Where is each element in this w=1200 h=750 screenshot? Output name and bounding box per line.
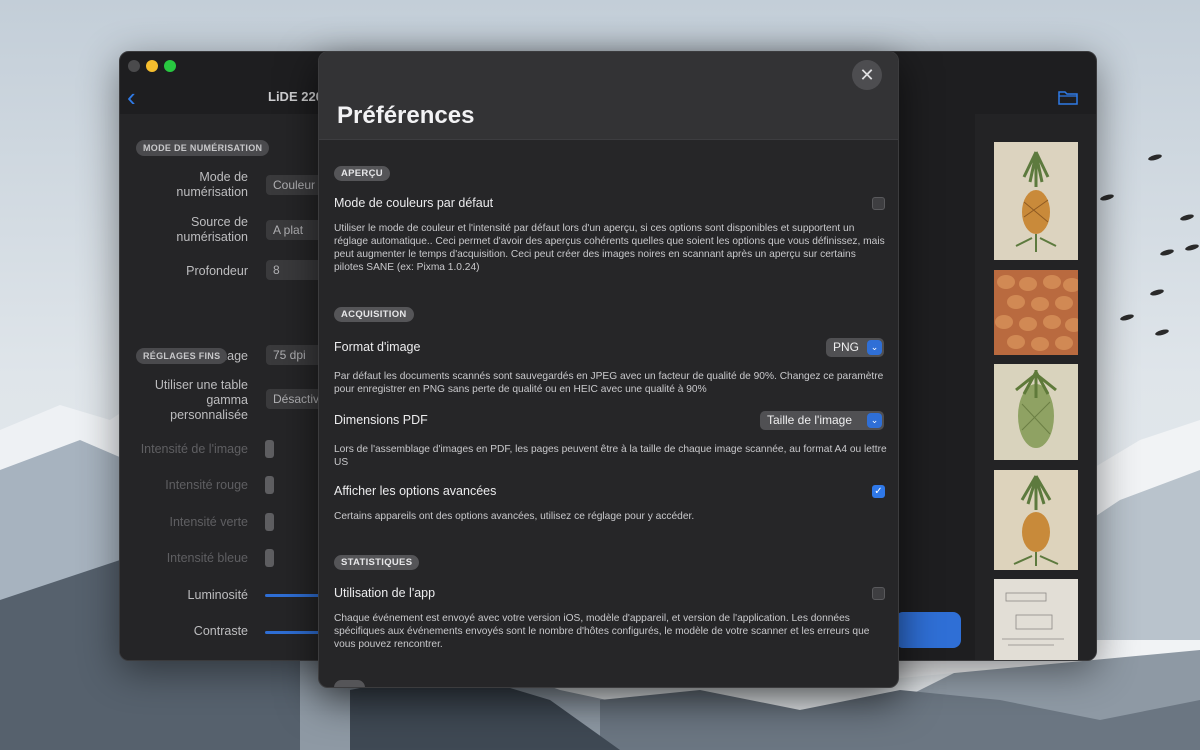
label-pdf-dimensions: Dimensions PDF	[334, 413, 428, 427]
show-advanced-description: Certains appareils ont des options avanc…	[334, 511, 695, 522]
section-acquisition: ACQUISITION	[334, 307, 414, 322]
window-zoom-button[interactable]	[164, 60, 176, 72]
scan-thumbnail[interactable]	[994, 270, 1078, 355]
depth-select[interactable]: 8	[266, 260, 326, 280]
label-depth: Profondeur	[186, 264, 248, 278]
scan-thumbnail[interactable]	[994, 579, 1078, 660]
green-intensity-slider[interactable]	[265, 513, 274, 531]
label-image-intensity: Intensité de l'image	[140, 442, 248, 456]
label-image-format: Format d'image	[334, 340, 421, 354]
folder-icon[interactable]	[1058, 89, 1078, 105]
label-brightness: Luminosité	[187, 588, 248, 602]
chevron-down-icon: ⌄	[867, 413, 882, 428]
red-intensity-slider[interactable]	[265, 476, 274, 494]
label-show-advanced: Afficher les options avancées	[334, 484, 497, 498]
window-close-button[interactable]	[128, 60, 140, 72]
contrast-slider[interactable]	[265, 631, 320, 634]
image-format-value: PNG	[833, 340, 860, 354]
chevron-down-icon: ⌄	[867, 340, 882, 355]
image-format-description: Par défaut les documents scannés sont sa…	[334, 371, 884, 395]
label-green-intensity: Intensité verte	[169, 515, 248, 529]
scan-settings-sidebar: MODE DE NUMÉRISATION Mode de numérisatio…	[120, 114, 326, 660]
scan-thumbnail[interactable]	[994, 470, 1078, 570]
scan-source-select[interactable]: A plat	[266, 220, 326, 240]
scan-mode-select[interactable]: Couleur	[266, 175, 326, 195]
section-fine-settings: RÉGLAGES FINS	[136, 348, 228, 364]
preferences-title: Préférences	[337, 102, 475, 129]
preferences-header: ✕ Préférences	[319, 52, 898, 140]
app-usage-description: Chaque événement est envoyé avec votre v…	[334, 613, 870, 650]
pdf-dimensions-popup[interactable]: Taille de l'image ⌄	[760, 411, 884, 430]
close-preferences-button[interactable]: ✕	[852, 60, 882, 90]
scan-thumbnail[interactable]	[994, 364, 1078, 460]
gamma-table-select[interactable]: Désactivé	[266, 389, 326, 409]
thumbnail-column	[975, 114, 1096, 660]
default-color-mode-description: Utiliser le mode de couleur et l'intensi…	[334, 223, 885, 273]
scan-thumbnail[interactable]	[994, 142, 1078, 260]
default-color-mode-checkbox[interactable]	[872, 197, 885, 210]
image-intensity-slider[interactable]	[265, 440, 274, 458]
section-statistiques: STATISTIQUES	[334, 555, 420, 570]
label-blue-intensity: Intensité bleue	[166, 551, 248, 565]
brightness-slider[interactable]	[265, 594, 320, 597]
blue-intensity-slider[interactable]	[265, 549, 274, 567]
pdf-dimensions-value: Taille de l'image	[767, 413, 853, 427]
label-default-color-mode: Mode de couleurs par défaut	[334, 196, 494, 210]
window-title: LiDE 220	[268, 89, 323, 104]
window-minimize-button[interactable]	[146, 60, 158, 72]
label-app-usage: Utilisation de l'app	[334, 586, 436, 600]
image-format-popup[interactable]: PNG ⌄	[826, 338, 884, 357]
pdf-dimensions-description: Lors de l'assemblage d'images en PDF, le…	[334, 444, 887, 468]
sampling-select[interactable]: 75 dpi	[266, 345, 326, 365]
scan-button[interactable]	[895, 612, 961, 648]
label-scan-source: Source de numérisation	[176, 215, 248, 244]
label-scan-mode: Mode de numérisation	[176, 170, 248, 199]
app-usage-checkbox[interactable]	[872, 587, 885, 600]
next-section-pill: ·····	[334, 680, 366, 687]
back-chevron-icon[interactable]: ‹	[127, 84, 136, 110]
section-scan-mode: MODE DE NUMÉRISATION	[136, 140, 270, 156]
preferences-sheet: ✕ Préférences APERÇU Mode de couleurs pa…	[318, 51, 899, 688]
label-gamma-table: Utiliser une table gamma personnalisée	[154, 378, 248, 422]
label-contrast: Contraste	[193, 624, 248, 638]
section-apercu: APERÇU	[334, 166, 390, 181]
label-red-intensity: Intensité rouge	[165, 478, 248, 492]
show-advanced-checkbox[interactable]: ✓	[872, 485, 885, 498]
